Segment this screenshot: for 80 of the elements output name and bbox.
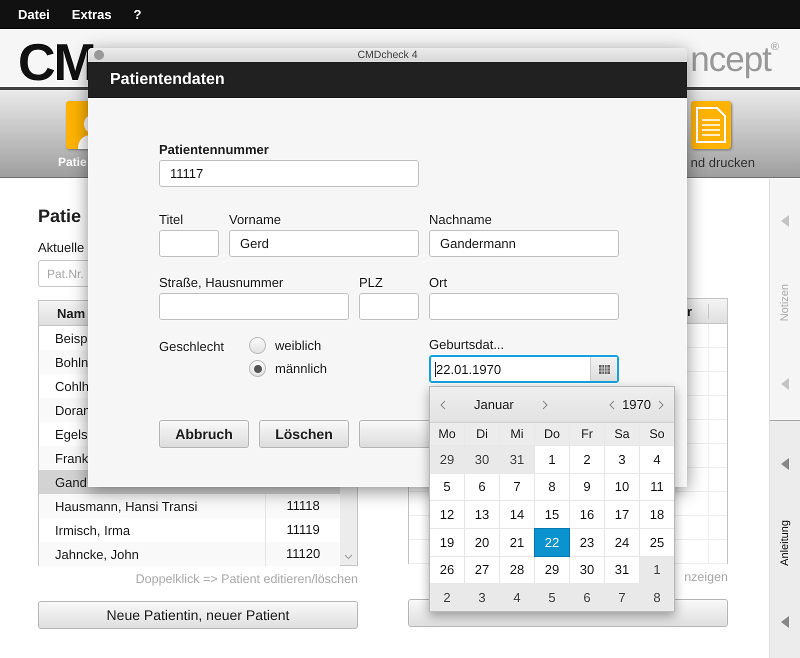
calendar-day[interactable]: 10 <box>605 474 639 500</box>
calendar-day[interactable]: 25 <box>640 528 674 556</box>
calendar-day[interactable]: 30 <box>570 556 604 584</box>
field-label: Geschlecht <box>159 339 226 355</box>
calendar-day[interactable]: 1 <box>535 446 569 473</box>
calendar-day[interactable]: 9 <box>570 474 604 500</box>
calendar-day[interactable]: 15 <box>535 501 569 528</box>
field-label: PLZ <box>359 275 384 291</box>
hint-text: Doppelklick => Patient editieren/löschen <box>136 572 358 588</box>
year-label: 1970 <box>622 397 651 412</box>
input-field[interactable]: Gerd <box>229 230 419 257</box>
field-label: Vorname <box>229 212 282 228</box>
calendar-day[interactable]: 28 <box>500 556 534 584</box>
calendar-day[interactable]: 24 <box>605 528 639 556</box>
field-label: Geburtsdat... <box>429 337 506 353</box>
dialog-button[interactable]: Abbruch <box>159 420 249 448</box>
calendar-day[interactable]: 14 <box>500 501 534 528</box>
menu-item[interactable]: Datei <box>18 7 50 22</box>
toolbar-label: nd drucken <box>690 155 755 170</box>
month-label: Januar <box>474 397 514 412</box>
calendar-day[interactable]: 27 <box>465 556 499 584</box>
calendar-day[interactable]: 3 <box>605 446 639 473</box>
table-row[interactable]: Jahncke, John 11120 <box>39 542 340 566</box>
calendar-day[interactable]: 2 <box>570 446 604 473</box>
table-cell: Frank <box>55 450 88 466</box>
field-label: Aktuelle <box>38 240 84 256</box>
window-title: CMDcheck 4 <box>357 49 418 61</box>
weekday-label: Mi <box>500 423 534 445</box>
new-patient-button[interactable]: Neue Patientin, neuer Patient <box>38 601 358 629</box>
calendar-day[interactable]: 21 <box>500 528 534 556</box>
panel-heading: Patie <box>38 206 82 228</box>
side-tab[interactable]: Anleitung <box>770 420 800 658</box>
calendar-day[interactable]: 17 <box>605 501 639 528</box>
calendar-day[interactable]: 20 <box>465 528 499 556</box>
logo: ncept$^{®}$ <box>690 42 778 76</box>
radio-label: männlich <box>275 361 328 376</box>
weekday-label: Sa <box>605 423 639 445</box>
field-label: Titel <box>159 212 184 228</box>
table-cell: Gand <box>55 474 87 490</box>
calendar-day[interactable]: 12 <box>430 501 464 528</box>
hint-text: nzeigen <box>684 570 728 586</box>
table-cell: Hausmann, Hansi Transi <box>55 498 198 514</box>
calendar-day[interactable]: 11 <box>640 474 674 500</box>
radio-label: weiblich <box>275 338 322 353</box>
weekday-label: Mo <box>430 423 464 445</box>
calendar-day[interactable]: 13 <box>465 501 499 528</box>
table-row[interactable]: Hausmann, Hansi Transi 11118 <box>39 494 340 518</box>
field-label: Ort <box>429 275 448 291</box>
calendar-day[interactable]: 6 <box>465 474 499 500</box>
calendar-day[interactable]: 23 <box>570 528 604 556</box>
dialog-title: Patientendaten <box>110 71 225 89</box>
field-label: Patientennummer <box>159 142 270 158</box>
weekday-label: So <box>640 423 674 445</box>
table-cell: Irmisch, Irma <box>55 522 130 538</box>
calendar-day[interactable]: 29 <box>535 556 569 584</box>
calendar-day[interactable]: 4 <box>640 446 674 473</box>
date-field[interactable]: 22.01.1970 <box>429 355 619 383</box>
table-cell: Bohln <box>55 354 88 370</box>
calendar-day[interactable]: 16 <box>570 501 604 528</box>
calendar-day[interactable]: 18 <box>640 501 674 528</box>
menu-item[interactable]: ? <box>134 7 142 22</box>
column-header[interactable]: Nam <box>57 306 86 320</box>
weekday-label: Fr <box>570 423 604 445</box>
toolbar-label: Patie <box>58 155 87 169</box>
weekday-label: Di <box>465 423 499 445</box>
field-label: Straße, Hausnummer <box>159 275 284 291</box>
table-cell: Cohlh <box>55 378 89 394</box>
calendar-day[interactable]: 5 <box>430 474 464 500</box>
calendar-day[interactable]: 26 <box>430 556 464 584</box>
input-field[interactable]: Gandermann <box>429 230 619 257</box>
calendar-day[interactable]: 8 <box>535 474 569 500</box>
dialog-button[interactable]: Löschen <box>259 420 349 448</box>
calendar-day[interactable]: 31 <box>605 556 639 584</box>
input-field[interactable]: 11117 <box>159 160 419 187</box>
calendar-day[interactable]: 7 <box>500 474 534 500</box>
table-cell: Jahncke, John <box>55 546 139 562</box>
menu-item[interactable]: Extras <box>72 7 112 22</box>
weekday-label: Do <box>535 423 569 445</box>
calendar-day[interactable]: 19 <box>430 528 464 556</box>
field-label: Nachname <box>429 212 493 228</box>
